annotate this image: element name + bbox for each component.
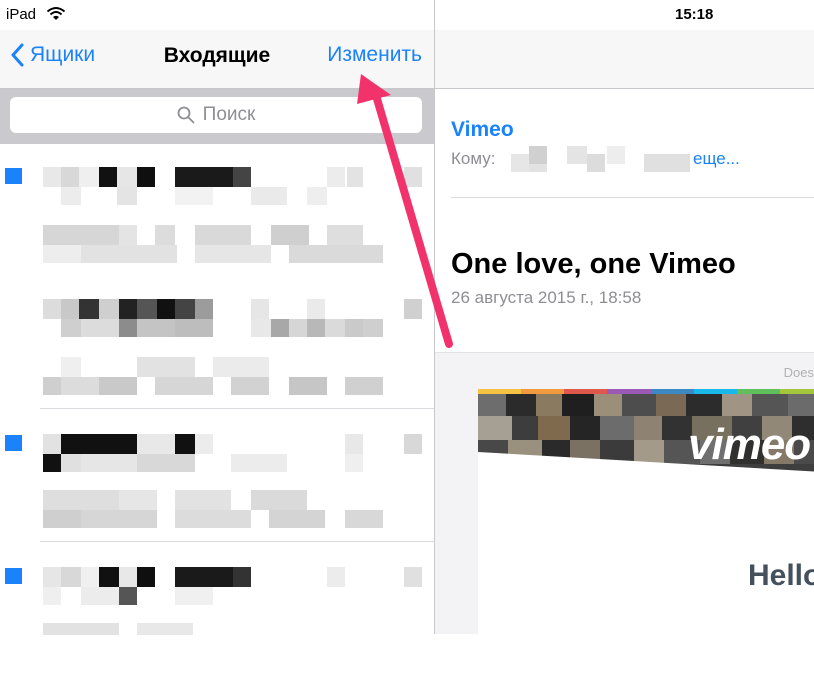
back-button[interactable]: Ящики: [10, 43, 95, 67]
unread-indicator-icon: [5, 168, 22, 184]
list-item[interactable]: [0, 543, 434, 675]
status-time: 15:18: [675, 6, 714, 23]
unread-indicator-icon: [5, 435, 22, 451]
search-placeholder: Поиск: [202, 104, 256, 125]
row-divider: [40, 541, 434, 542]
mailbox-pane: iPad Ящики Входящие Изменить Поиск: [0, 0, 434, 635]
message-date: 26 августа 2015 г., 18:58: [451, 288, 642, 307]
vimeo-logo: vimeo: [688, 420, 811, 469]
unread-indicator-icon: [5, 568, 22, 584]
search-input[interactable]: Поиск: [10, 97, 422, 133]
recipients-label: Кому:: [451, 149, 496, 168]
status-bar: iPad: [0, 0, 434, 30]
wifi-icon: [46, 7, 66, 20]
search-icon: [177, 106, 195, 124]
back-button-label: Ящики: [30, 43, 96, 66]
message-subject: One love, one Vimeo: [451, 248, 736, 280]
body-preheader: Does: [783, 365, 814, 380]
message-body: Does vimeo Hello: [435, 352, 814, 634]
chevron-left-icon: [11, 43, 24, 67]
list-item[interactable]: [0, 277, 434, 409]
header-divider: [451, 197, 814, 198]
search-bar-container: Поиск: [0, 89, 434, 144]
carrier-label: iPad: [6, 6, 37, 23]
header-photo-collage: vimeo: [478, 394, 814, 504]
mailbox-nav-bar: Ящики Входящие Изменить: [0, 30, 434, 89]
row-divider: [40, 408, 434, 409]
status-bar-right: 15:18: [435, 0, 814, 30]
email-content-card: vimeo Hello: [478, 389, 814, 634]
message-toolbar: [435, 30, 814, 89]
message-pane: 15:18 Vimeo Кому: еще... One love, one V…: [435, 0, 814, 634]
sender-name[interactable]: Vimeo: [451, 118, 514, 142]
edit-button[interactable]: Изменить: [327, 43, 422, 67]
show-more-recipients-link[interactable]: еще...: [693, 149, 740, 169]
list-item[interactable]: [0, 410, 434, 542]
email-greeting: Hello: [748, 559, 814, 592]
list-item[interactable]: [0, 145, 434, 277]
